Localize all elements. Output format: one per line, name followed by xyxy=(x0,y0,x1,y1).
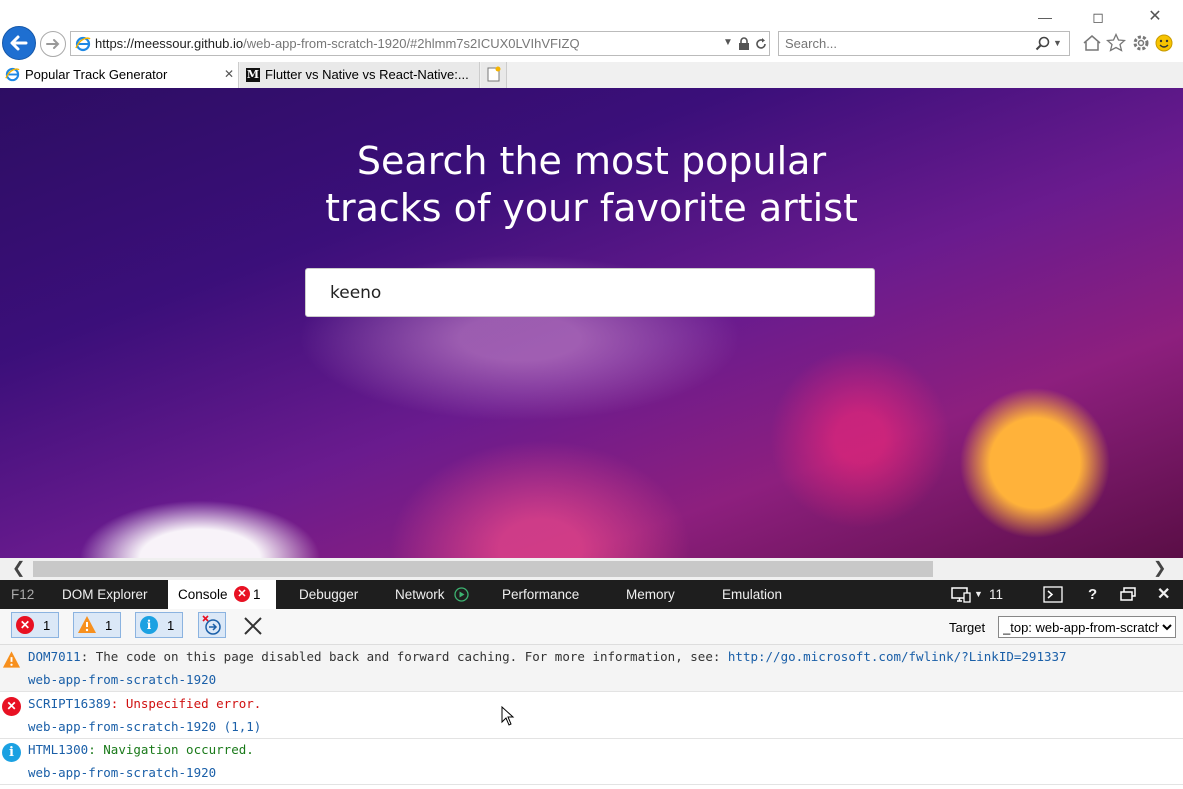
message-source[interactable]: web-app-from-scratch-1920 xyxy=(28,672,216,687)
help-icon[interactable]: ? xyxy=(1088,580,1097,609)
devtools-tab-bar: F12 DOM Explorer Console ✕ 1 Debugger Ne… xyxy=(0,580,1183,609)
info-count: 1 xyxy=(167,618,175,633)
home-icon[interactable] xyxy=(1082,34,1102,52)
medium-logo-icon: M xyxy=(246,68,260,82)
tab-label: Flutter vs Native vs React-Native:... xyxy=(265,67,469,82)
horizontal-scrollbar[interactable]: ❮ ❯ xyxy=(0,558,1183,580)
clear-console-icon[interactable] xyxy=(243,616,263,636)
search-box[interactable]: ▼ xyxy=(778,31,1070,56)
tab-popular-track-generator[interactable]: Popular Track Generator ✕ xyxy=(0,62,239,88)
tab-console[interactable]: Console ✕ 1 xyxy=(168,580,276,609)
message-body: : Unspecified error. xyxy=(110,696,262,711)
search-input[interactable] xyxy=(785,36,1025,51)
minimize-button[interactable]: — xyxy=(1030,6,1060,28)
network-record-icon[interactable] xyxy=(454,587,469,602)
emulation-device-icon[interactable] xyxy=(951,587,971,603)
console-message-error: ✕ SCRIPT16389: Unspecified error. web-ap… xyxy=(0,692,1183,739)
mouse-cursor-icon xyxy=(501,706,515,726)
warning-icon xyxy=(78,616,96,633)
target-label: Target xyxy=(949,620,986,635)
favorites-star-icon[interactable] xyxy=(1106,33,1126,52)
search-icon[interactable] xyxy=(1035,36,1050,51)
console-toolbar: ✕ 1 1 i 1 Target _top: web-app-from-scra… xyxy=(0,609,1183,645)
message-body: : Navigation occurred. xyxy=(88,742,254,757)
back-button[interactable] xyxy=(2,26,36,60)
error-icon: ✕ xyxy=(2,697,21,716)
clear-on-navigate-button[interactable] xyxy=(198,612,226,638)
devtools-f12-label: F12 xyxy=(11,587,35,602)
maximize-button[interactable]: ◻ xyxy=(1083,6,1113,28)
undock-icon[interactable] xyxy=(1120,587,1136,602)
message-code: DOM7011 xyxy=(28,649,81,664)
info-icon: i xyxy=(2,743,21,762)
tab-flutter-vs-native[interactable]: M Flutter vs Native vs React-Native:... xyxy=(240,62,480,88)
message-text: HTML1300: Navigation occurred. xyxy=(28,742,254,757)
forward-arrow-icon xyxy=(46,39,60,49)
new-tab-icon xyxy=(487,66,501,82)
document-mode-value[interactable]: 11 xyxy=(989,580,1003,609)
tab-performance[interactable]: Performance xyxy=(502,580,579,609)
filter-warnings-button[interactable]: 1 xyxy=(73,612,121,638)
errors-count: 1 xyxy=(43,618,51,633)
hero-section: Search the most popular tracks of your f… xyxy=(0,88,1183,558)
page-title-line-1: Search the most popular xyxy=(356,139,827,183)
clear-on-navigate-icon xyxy=(202,615,221,635)
scrollbar-thumb[interactable] xyxy=(33,561,933,577)
target-select[interactable]: _top: web-app-from-scratch-1920 xyxy=(998,616,1176,638)
message-link[interactable]: http://go.microsoft.com/fwlink/?LinkID=2… xyxy=(728,649,1067,664)
url-path: /web-app-from-scratch-1920/#2hlmm7s2ICUX… xyxy=(243,36,580,51)
tab-memory[interactable]: Memory xyxy=(626,580,675,609)
tab-emulation[interactable]: Emulation xyxy=(722,580,782,609)
close-devtools-icon[interactable]: ✕ xyxy=(1157,580,1170,609)
console-toggle-icon[interactable] xyxy=(1043,586,1063,603)
message-body: : The code on this page disabled back an… xyxy=(80,649,728,664)
message-code: HTML1300 xyxy=(28,742,89,757)
warnings-count: 1 xyxy=(105,618,113,633)
chevron-down-icon[interactable]: ▼ xyxy=(974,580,983,609)
error-icon: ✕ xyxy=(16,616,34,634)
new-tab-button[interactable] xyxy=(481,62,507,88)
tab-console-label: Console xyxy=(178,587,228,602)
message-text: SCRIPT16389: Unspecified error. xyxy=(28,696,261,711)
tab-label: Popular Track Generator xyxy=(25,67,168,82)
tab-dom-explorer[interactable]: DOM Explorer xyxy=(62,580,148,609)
info-icon: i xyxy=(140,616,158,634)
url-dropdown-icon[interactable]: ▼ xyxy=(723,37,733,48)
message-source[interactable]: web-app-from-scratch-1920 (1,1) xyxy=(28,719,261,734)
filter-errors-button[interactable]: ✕ 1 xyxy=(11,612,59,638)
artist-search-input[interactable] xyxy=(305,268,875,317)
console-message-info: i HTML1300: Navigation occurred. web-app… xyxy=(0,738,1183,785)
scroll-left-icon[interactable]: ❮ xyxy=(12,558,25,580)
ie-page-icon xyxy=(75,36,91,52)
console-message-warning: DOM7011: The code on this page disabled … xyxy=(0,645,1183,692)
message-source[interactable]: web-app-from-scratch-1920 xyxy=(28,765,216,780)
scroll-right-icon[interactable]: ❯ xyxy=(1153,558,1166,580)
browser-toolbar: — ◻ ✕ https://meessour.github.io/web-app… xyxy=(0,0,1183,62)
close-window-button[interactable]: ✕ xyxy=(1140,6,1170,28)
tab-debugger[interactable]: Debugger xyxy=(299,580,358,609)
url-text: https://meessour.github.io/web-app-from-… xyxy=(95,36,580,51)
message-code: SCRIPT16389 xyxy=(28,696,111,711)
page-title-line-2: tracks of your favorite artist xyxy=(325,186,858,230)
search-dropdown-icon[interactable]: ▼ xyxy=(1053,38,1062,48)
page-title: Search the most popular tracks of your f… xyxy=(0,138,1183,232)
lock-icon[interactable] xyxy=(738,37,750,51)
message-text: DOM7011: The code on this page disabled … xyxy=(28,649,1067,664)
forward-button[interactable] xyxy=(40,31,66,57)
tab-network[interactable]: Network xyxy=(395,580,445,609)
close-tab-icon[interactable]: ✕ xyxy=(224,62,234,87)
console-error-count: 1 xyxy=(253,587,261,602)
smiley-feedback-icon[interactable] xyxy=(1155,34,1173,52)
ie-page-icon xyxy=(5,67,20,82)
error-icon: ✕ xyxy=(234,586,250,602)
filter-info-button[interactable]: i 1 xyxy=(135,612,183,638)
refresh-icon[interactable] xyxy=(754,37,768,51)
back-arrow-icon xyxy=(10,35,28,51)
warning-icon xyxy=(2,651,21,668)
gear-icon[interactable] xyxy=(1131,33,1151,53)
url-host: https://meessour.github.io xyxy=(95,36,244,51)
address-bar[interactable]: https://meessour.github.io/web-app-from-… xyxy=(70,31,770,56)
